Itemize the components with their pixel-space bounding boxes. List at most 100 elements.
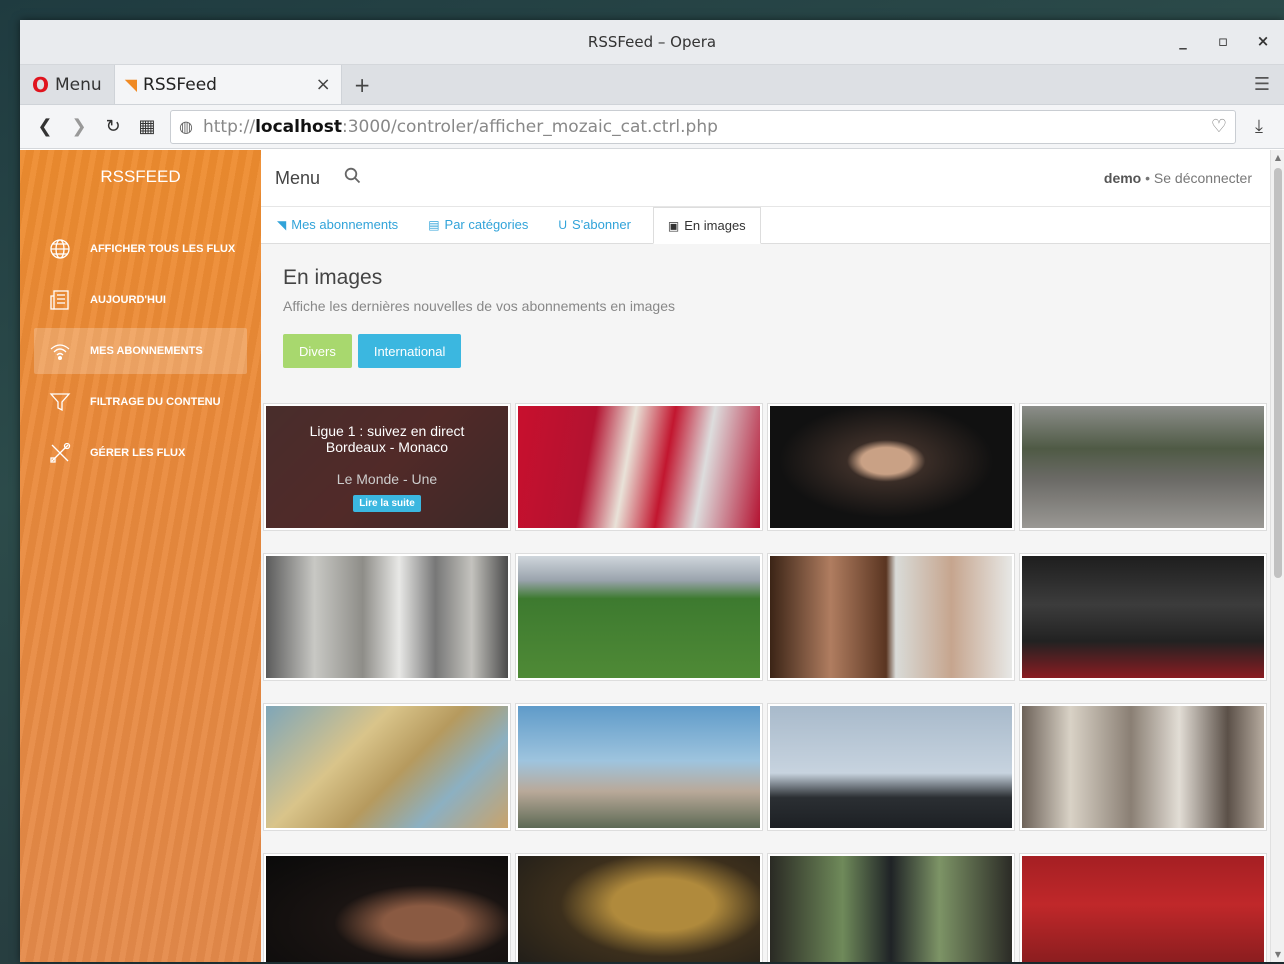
page-title: En images bbox=[283, 266, 383, 289]
image-card[interactable] bbox=[515, 703, 763, 831]
back-icon[interactable]: ❮ bbox=[28, 116, 62, 137]
maximize-button[interactable]: ▫ bbox=[1216, 32, 1230, 50]
image-card[interactable] bbox=[767, 403, 1015, 531]
main-content: Menu demo • Se déconnecter ◥ Mes abonnem… bbox=[261, 150, 1284, 962]
image-card[interactable] bbox=[1019, 853, 1267, 962]
news-image: Ligue 1 : suivez en direct Bordeaux - Mo… bbox=[266, 406, 508, 528]
bookmark-heart-icon[interactable]: ♡ bbox=[1211, 116, 1227, 137]
image-card[interactable] bbox=[515, 553, 763, 681]
category-filters: Divers International bbox=[283, 334, 1262, 368]
wifi-icon bbox=[48, 340, 72, 362]
tab-title: RSSFeed bbox=[143, 74, 217, 95]
sidebar-item-all-feeds[interactable]: AFFICHER TOUS LES FLUX bbox=[34, 226, 247, 272]
opera-menu-button[interactable]: O Menu bbox=[20, 65, 114, 104]
download-icon[interactable]: ⤓ bbox=[1242, 116, 1276, 137]
close-button[interactable]: × bbox=[1256, 32, 1270, 50]
card-overlay: Ligue 1 : suivez en direct Bordeaux - Mo… bbox=[266, 406, 508, 528]
brand-title[interactable]: RSSFEED bbox=[20, 150, 261, 226]
sidebar-item-today[interactable]: AUJOURD'HUI bbox=[34, 277, 247, 323]
url-field[interactable]: ◍ http:// localhost :3000/controler/affi… bbox=[170, 109, 1236, 144]
sidebar: RSSFEED AFFICHER TOUS LES FLUX AUJOURD'H… bbox=[20, 150, 261, 962]
image-card[interactable] bbox=[515, 403, 763, 531]
news-image bbox=[266, 706, 508, 828]
user-separator: • bbox=[1141, 170, 1154, 186]
filter-divers-button[interactable]: Divers bbox=[283, 334, 352, 368]
logout-link[interactable]: Se déconnecter bbox=[1154, 170, 1252, 186]
read-more-button[interactable]: Lire la suite bbox=[353, 494, 421, 512]
speed-dial-icon[interactable]: ▦ bbox=[130, 116, 164, 137]
news-image bbox=[1022, 556, 1264, 678]
image-card[interactable] bbox=[1019, 553, 1267, 681]
news-image bbox=[518, 556, 760, 678]
filter-international-button[interactable]: International bbox=[357, 334, 462, 368]
window-controls: _ ▫ × bbox=[1176, 32, 1270, 50]
site-info-icon[interactable]: ◍ bbox=[179, 117, 193, 136]
scrollbar-thumb[interactable] bbox=[1274, 168, 1282, 578]
image-card[interactable] bbox=[515, 853, 763, 962]
minimize-button[interactable]: _ bbox=[1176, 32, 1190, 50]
forward-icon[interactable]: ❯ bbox=[62, 116, 96, 137]
opera-logo-icon: O bbox=[32, 72, 50, 97]
browser-tab[interactable]: ◥ RSSFeed × bbox=[113, 65, 342, 104]
filter-icon bbox=[48, 391, 72, 413]
title-bar: RSSFeed – Opera _ ▫ × bbox=[20, 20, 1284, 65]
tab-images[interactable]: ▣ En images bbox=[652, 207, 761, 244]
new-tab-button[interactable]: + bbox=[342, 65, 383, 104]
news-image bbox=[518, 856, 760, 962]
scroll-down-icon[interactable]: ▼ bbox=[1271, 950, 1284, 959]
tab-menu-icon[interactable]: ☰ bbox=[1240, 65, 1284, 104]
url-path: :3000/controler/afficher_mozaic_cat.ctrl… bbox=[341, 116, 718, 137]
user-area: demo • Se déconnecter bbox=[1104, 170, 1252, 186]
image-card[interactable] bbox=[1019, 403, 1267, 531]
image-card[interactable] bbox=[263, 853, 511, 962]
tools-icon bbox=[48, 442, 72, 464]
tab-label: En images bbox=[684, 218, 746, 233]
image-card[interactable] bbox=[1019, 703, 1267, 831]
image-mosaic: Ligue 1 : suivez en direct Bordeaux - Mo… bbox=[263, 403, 1267, 962]
tab-subscriptions[interactable]: ◥ Mes abonnements bbox=[269, 206, 406, 243]
news-image bbox=[1022, 406, 1264, 528]
sidebar-item-label: MES ABONNEMENTS bbox=[90, 345, 203, 357]
card-title: Ligue 1 : suivez en direct Bordeaux - Mo… bbox=[310, 423, 465, 455]
image-card[interactable]: Ligue 1 : suivez en direct Bordeaux - Mo… bbox=[263, 403, 511, 531]
sidebar-item-label: AFFICHER TOUS LES FLUX bbox=[90, 243, 236, 255]
reload-icon[interactable]: ↻ bbox=[96, 116, 130, 137]
image-card[interactable] bbox=[767, 553, 1015, 681]
news-image bbox=[770, 406, 1012, 528]
globe-icon bbox=[48, 238, 72, 260]
tab-categories[interactable]: ▤ Par catégories bbox=[420, 206, 536, 243]
address-bar: ❮ ❯ ↻ ▦ ◍ http:// localhost :3000/contro… bbox=[20, 105, 1284, 149]
page-scrollbar[interactable]: ▲ ▼ bbox=[1270, 150, 1284, 962]
search-icon[interactable] bbox=[344, 167, 361, 189]
sidebar-item-filter[interactable]: FILTRAGE DU CONTENU bbox=[34, 379, 247, 425]
image-card[interactable] bbox=[263, 703, 511, 831]
image-card[interactable] bbox=[767, 853, 1015, 962]
newspaper-icon bbox=[48, 289, 72, 311]
news-image bbox=[266, 556, 508, 678]
browser-window: RSSFeed – Opera _ ▫ × O Menu ◥ RSSFeed ×… bbox=[20, 20, 1284, 962]
tabbar-spacer bbox=[382, 65, 1239, 104]
username[interactable]: demo bbox=[1104, 170, 1141, 186]
tab-close-icon[interactable]: × bbox=[316, 74, 331, 95]
tab-subscribe[interactable]: U S'abonner bbox=[550, 206, 639, 243]
image-card[interactable] bbox=[767, 703, 1015, 831]
news-image bbox=[518, 706, 760, 828]
page-subtitle: Affiche les dernières nouvelles de vos a… bbox=[283, 298, 675, 314]
news-image bbox=[770, 856, 1012, 962]
scroll-up-icon[interactable]: ▲ bbox=[1271, 153, 1284, 162]
rss-icon: ◥ bbox=[277, 217, 287, 232]
image-card[interactable] bbox=[263, 553, 511, 681]
sidebar-item-label: GÉRER LES FLUX bbox=[90, 447, 186, 459]
news-image bbox=[770, 556, 1012, 678]
menu-toggle[interactable]: Menu bbox=[275, 168, 320, 189]
sidebar-item-subscriptions[interactable]: MES ABONNEMENTS bbox=[34, 328, 247, 374]
tab-label: S'abonner bbox=[572, 217, 631, 232]
news-image bbox=[266, 856, 508, 962]
news-image bbox=[1022, 706, 1264, 828]
top-navbar: Menu demo • Se déconnecter bbox=[261, 150, 1284, 207]
sidebar-item-manage[interactable]: GÉRER LES FLUX bbox=[34, 430, 247, 476]
tab-label: Mes abonnements bbox=[291, 217, 399, 232]
opera-menu-label: Menu bbox=[55, 74, 102, 95]
card-source: Le Monde - Une bbox=[336, 470, 438, 487]
content-header: En images Affiche les dernières nouvelle… bbox=[261, 244, 1284, 368]
